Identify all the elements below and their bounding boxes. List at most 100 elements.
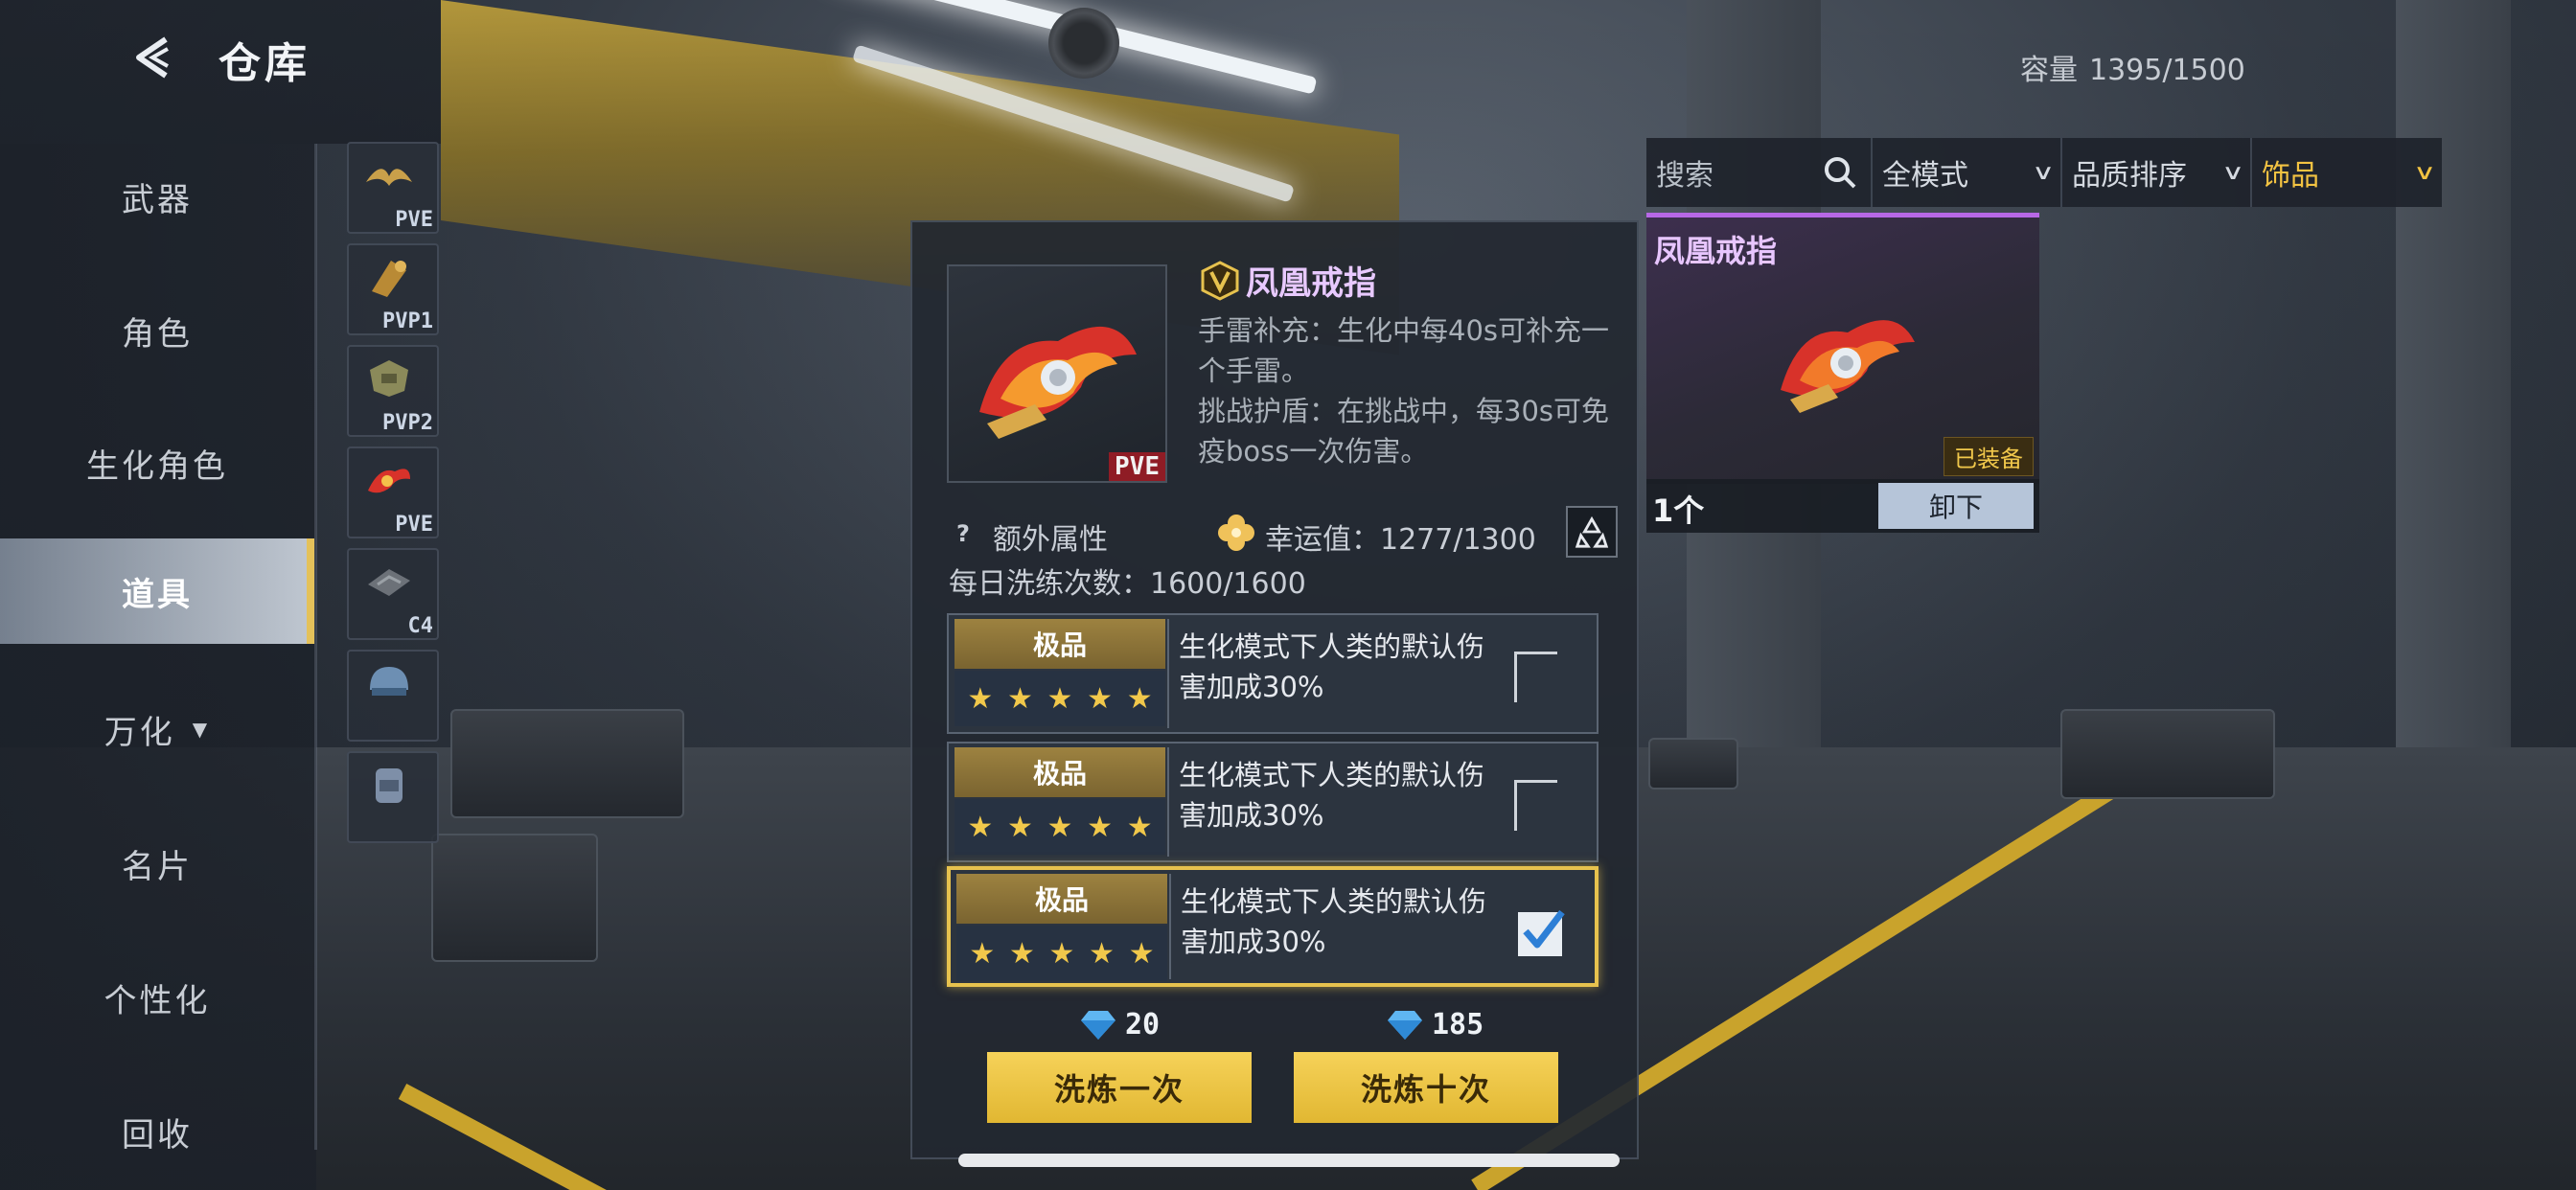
star-icon: ★ — [967, 681, 994, 716]
subcategory-thumb[interactable]: PVE — [347, 142, 439, 234]
thumb-tag: PVP2 — [382, 411, 433, 435]
category-dropdown-value: 饰品 — [2262, 159, 2319, 193]
mode-dropdown[interactable]: 全模式 ∨ — [1873, 138, 2062, 207]
sidebar-item-label: 回收 — [122, 1115, 193, 1155]
subcategory-list: PVE PVP1 PVP2 PVE C4 — [347, 142, 439, 853]
attribute-row: ? 额外属性 幸运值：1277/1300 — [947, 506, 1618, 563]
sidebar-item-personalize[interactable]: 个性化 — [0, 945, 314, 1050]
extra-attribute-label[interactable]: 额外属性 — [993, 515, 1108, 558]
sidebar-item-label: 道具 — [122, 575, 193, 614]
crate — [1648, 738, 1738, 790]
subcategory-thumb[interactable]: PVP2 — [347, 345, 439, 437]
option-checkbox-checked[interactable] — [1518, 909, 1565, 956]
unequip-button[interactable]: 卸下 — [1878, 483, 2034, 529]
item-name: 凤凰戒指 — [1246, 264, 1376, 303]
item-description-line: 手雷补充：生化中每40s可补充一个手雷。 — [1198, 314, 1610, 387]
page-title: 仓库 — [218, 39, 310, 88]
option-checkbox[interactable] — [1514, 652, 1557, 702]
item-detail-panel: PVE 凤凰戒指 手雷补充：生化中每40s可补充一个手雷。 挑战护盾：在挑战中，… — [910, 220, 1639, 1159]
checkmark-icon — [1523, 909, 1565, 949]
caret-down-icon: ▼ — [192, 718, 211, 741]
divider — [1167, 747, 1169, 857]
grenade-pouch-icon — [372, 261, 406, 297]
sidebar: 武器 角色 生化角色 道具 万化 ▼ 名片 个性化 回收 — [0, 144, 316, 1190]
daily-refine-count: 每日洗练次数：1600/1600 — [949, 567, 1306, 601]
option-text: 生化模式下人类的默认伤害加成30% — [1179, 759, 1485, 832]
item-count: 1个 — [1652, 492, 1705, 529]
pve-tag: PVE — [1109, 452, 1165, 481]
option-checkbox[interactable] — [1514, 780, 1557, 831]
divider — [1169, 874, 1171, 979]
sidebar-item-wanhua[interactable]: 万化 ▼ — [0, 676, 314, 782]
item-description-line: 挑战护盾：在挑战中，每30s可免疫boss一次伤害。 — [1198, 395, 1610, 468]
recycle-icon — [1575, 515, 1609, 548]
item-description: 手雷补充：生化中每40s可补充一个手雷。 挑战护盾：在挑战中，每30s可免疫bo… — [1198, 310, 1620, 471]
crate — [2060, 709, 2275, 799]
search-icon[interactable] — [1823, 155, 1857, 190]
help-icon[interactable]: ? — [947, 517, 979, 550]
capacity-label: 容量 — [2020, 54, 2078, 87]
option-text: 生化模式下人类的默认伤害加成30% — [1179, 630, 1485, 703]
refine-ten-button[interactable]: 洗炼十次 — [1294, 1052, 1558, 1123]
sort-dropdown-value: 品质排序 — [2072, 159, 2187, 193]
refine-once-button[interactable]: 洗炼一次 — [987, 1052, 1252, 1123]
cost-value: 185 — [1432, 1008, 1484, 1041]
sidebar-item-recycle[interactable]: 回收 — [0, 1079, 314, 1184]
item-title: 凤凰戒指 — [1200, 257, 1376, 304]
star-icon: ★ — [1126, 810, 1153, 844]
star-icon: ★ — [1046, 810, 1073, 844]
equipped-badge: 已装备 — [1944, 437, 2034, 476]
sidebar-item-characters[interactable]: 角色 — [0, 278, 314, 383]
search-input[interactable]: 搜索 — [1646, 138, 1873, 207]
grade-label: 极品 — [956, 874, 1167, 924]
divider — [1167, 619, 1169, 728]
sidebar-item-props[interactable]: 道具 — [0, 538, 314, 644]
back-button[interactable] — [125, 29, 182, 86]
chevron-down-icon: ∨ — [2220, 160, 2245, 185]
subcategory-thumb[interactable]: PVP1 — [347, 243, 439, 335]
diamond-icon — [1388, 1010, 1422, 1040]
search-placeholder: 搜索 — [1656, 159, 1714, 193]
pillar — [2396, 0, 2511, 786]
diamond-icon — [1081, 1010, 1116, 1040]
c4-bomb-icon — [368, 569, 410, 596]
capacity-indicator: 容量 1395/1500 — [2020, 46, 2245, 88]
star-icon: ★ — [1046, 681, 1073, 716]
subcategory-thumb[interactable] — [347, 650, 439, 742]
refine-option-selected[interactable]: 极品 ★ ★ ★ ★ ★ 生化模式下人类的默认伤害加成30% — [947, 866, 1598, 987]
star-icon: ★ — [1087, 810, 1114, 844]
subcategory-thumb[interactable] — [347, 751, 439, 843]
sidebar-divider — [314, 144, 317, 1150]
sidebar-item-cards[interactable]: 名片 — [0, 811, 314, 916]
star-icon: ★ — [969, 936, 996, 971]
thumb-tag: C4 — [407, 614, 434, 638]
sidebar-item-weapons[interactable]: 武器 — [0, 144, 314, 249]
crate — [450, 709, 684, 818]
refine-option[interactable]: 极品 ★ ★ ★ ★ ★ 生化模式下人类的默认伤害加成30% — [947, 613, 1598, 734]
home-indicator[interactable] — [958, 1154, 1620, 1167]
refine-ten-cost: 185 — [1384, 1008, 1484, 1041]
sort-dropdown[interactable]: 品质排序 ∨ — [2062, 138, 2252, 207]
grade-label: 极品 — [954, 747, 1165, 797]
grade-label: 极品 — [954, 619, 1165, 669]
star-rating: ★ ★ ★ ★ ★ — [954, 799, 1165, 855]
subcategory-thumb[interactable]: C4 — [347, 548, 439, 640]
star-rating: ★ ★ ★ ★ ★ — [954, 671, 1165, 726]
refine-once-cost: 20 — [1077, 1008, 1160, 1041]
sidebar-item-label: 角色 — [122, 314, 193, 354]
phoenix-ring-image — [1781, 320, 1915, 413]
clover-icon — [1218, 515, 1254, 551]
refine-option[interactable]: 极品 ★ ★ ★ ★ ★ 生化模式下人类的默认伤害加成30% — [947, 742, 1598, 862]
category-dropdown[interactable]: 饰品 ∨ — [2252, 138, 2442, 207]
subcategory-thumb[interactable]: PVE — [347, 446, 439, 538]
recycle-button[interactable] — [1566, 506, 1618, 558]
inventory-item-card[interactable]: 凤凰戒指 已装备 — [1646, 213, 2039, 484]
item-image-frame: PVE — [947, 264, 1167, 483]
option-text: 生化模式下人类的默认伤害加成30% — [1181, 885, 1487, 958]
sidebar-item-zombie-characters[interactable]: 生化角色 — [0, 410, 314, 515]
thumb-tag: PVP1 — [382, 309, 433, 333]
capacity-value: 1395/1500 — [2089, 54, 2245, 87]
sidebar-item-label: 武器 — [122, 180, 193, 219]
inventory-item-footer: 1个 卸下 — [1646, 479, 2039, 533]
star-icon: ★ — [1089, 936, 1116, 971]
